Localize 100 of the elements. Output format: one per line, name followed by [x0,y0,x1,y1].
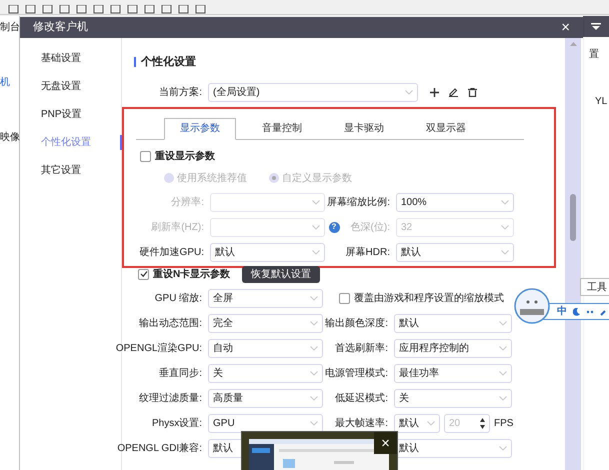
sidebar-item[interactable]: 无盘设置 [20,79,122,94]
toolbar-icon[interactable] [59,5,70,14]
chevron-down-icon [501,224,509,230]
edit-icon[interactable] [449,88,458,96]
restore-defaults-button[interactable]: 恢复默认设置 [242,266,320,282]
select-field[interactable]: 关 [208,364,323,382]
field-label: 输出颜色深度: [325,316,388,330]
toolbar-icon[interactable] [25,5,36,14]
checkbox[interactable] [138,268,149,280]
chevron-down-icon [310,296,318,300]
chevron-down-icon [310,420,318,426]
field-label: GPU 缩放: [154,292,202,306]
toolbar-icon[interactable] [127,5,138,14]
chevron-down-icon [312,200,320,204]
sidebar-item[interactable]: PNP设置 [20,107,122,122]
field-label: OPENGL GDI兼容: [117,442,202,456]
background-text[interactable]: 机 [0,75,10,90]
field-label: 垂直同步: [159,366,202,380]
tab[interactable]: 音量控制 [246,118,318,140]
scrollbar-thumb[interactable] [570,194,576,241]
spinner-icon[interactable] [480,418,485,428]
toolbar-icon[interactable] [144,5,155,14]
chevron-down-icon [499,396,507,400]
field-label: Physx设置: [152,416,202,430]
field-label: 输出动态范围: [139,316,202,330]
sidebar-item[interactable]: 基础设置 [20,51,122,66]
chevron-down-icon [312,224,320,230]
field-label: 刷新率(HZ): [151,220,204,234]
field-label: 最大帧速率: [335,416,388,430]
chevron-down-icon [312,250,320,254]
toolbar-icon[interactable] [161,5,172,14]
field-label: 硬件加速GPU: [140,246,204,260]
moon-icon[interactable] [573,308,580,316]
field-label: 屏幕HDR: [346,246,390,260]
checkbox[interactable] [339,292,350,304]
dropdown-icon[interactable] [591,23,601,30]
scrollbar[interactable] [565,38,581,470]
tab[interactable]: 显示参数 [164,118,236,140]
background-text: YL [595,95,608,109]
scheme-select[interactable]: (全局设置) [208,82,418,102]
field-label: 当前方案: [159,86,202,100]
field-label: 纹理过滤质量: [139,392,202,406]
toolbar-icon[interactable] [110,5,121,14]
tooltip-text: 工具 [587,280,607,294]
field-label: 电源管理模式: [325,366,388,380]
delete-icon[interactable] [468,88,477,96]
ime-mascot-icon[interactable] [514,288,550,324]
chevron-down-icon [501,250,509,254]
checkbox-label: 覆盖由游戏和程序设置的缩放模式 [354,292,504,306]
select-field[interactable] [210,192,325,212]
select-field[interactable]: 默认 [396,242,514,262]
select-field[interactable]: 默认 [210,242,325,262]
select-field[interactable]: 关 [394,388,512,408]
background-text: 置 [589,48,600,62]
sidebar-item[interactable]: 其它设置 [20,163,122,178]
section-title: 个性化设置 [141,54,196,70]
tab[interactable]: 显卡驱动 [328,118,400,140]
radio-label: 使用系统推荐值 [177,172,247,186]
help-icon[interactable]: ? [328,222,340,232]
checkbox[interactable] [140,150,151,162]
chevron-down-icon [310,320,318,326]
ime-mode[interactable]: 中 [557,304,567,319]
field-label: 首选刷新率: [335,342,388,356]
chevron-down-icon [310,370,318,376]
toolbar-icon[interactable] [76,5,87,14]
toolbar-icon[interactable] [8,5,19,14]
select-field[interactable] [210,218,325,236]
window-preview-tooltip[interactable]: × [241,431,398,470]
tab[interactable]: 双显示器 [410,118,482,140]
toolbar-icon[interactable] [93,5,104,14]
checkbox-label: 重设N卡显示参数 [153,268,230,282]
select-field[interactable]: 完全 [208,314,323,332]
toolbar-icon[interactable] [178,5,189,14]
field-label: 低延迟模式: [335,392,388,406]
chevron-down-icon [499,320,507,326]
close-button[interactable]: × [561,20,570,35]
chevron-down-icon [499,446,507,450]
select-field[interactable]: 默认 [394,314,512,332]
checkbox-label: 重设显示参数 [155,150,215,164]
field-label: 色深(位): [350,220,390,234]
select-field[interactable]: 全屏 [208,288,323,308]
select-field[interactable]: 高质量 [208,388,323,408]
select-field[interactable]: 最佳功率 [394,364,512,382]
background-text: 制台 [0,20,20,35]
select-field[interactable]: GPU [208,414,323,432]
field-label: OPENGL渲染GPU: [116,342,202,356]
punctuation-icon[interactable] [586,310,594,314]
unit-label: FPS [494,416,514,430]
radio-label: 自定义显示参数 [282,172,352,186]
select-field[interactable]: 应用程序控制的 [394,338,512,358]
toolbar-icon[interactable] [195,5,206,14]
select-field[interactable]: 自动 [208,338,323,358]
toolbar-icon[interactable] [42,5,53,14]
close-button[interactable]: × [374,432,397,454]
chevron-down-icon [310,396,318,400]
field-label: 屏幕缩放比例: [327,196,390,210]
sidebar-item[interactable]: 个性化设置 [20,135,122,150]
add-icon[interactable] [430,88,439,96]
select-field[interactable]: 100% [396,192,514,212]
select-field[interactable]: 默认 [394,414,440,432]
